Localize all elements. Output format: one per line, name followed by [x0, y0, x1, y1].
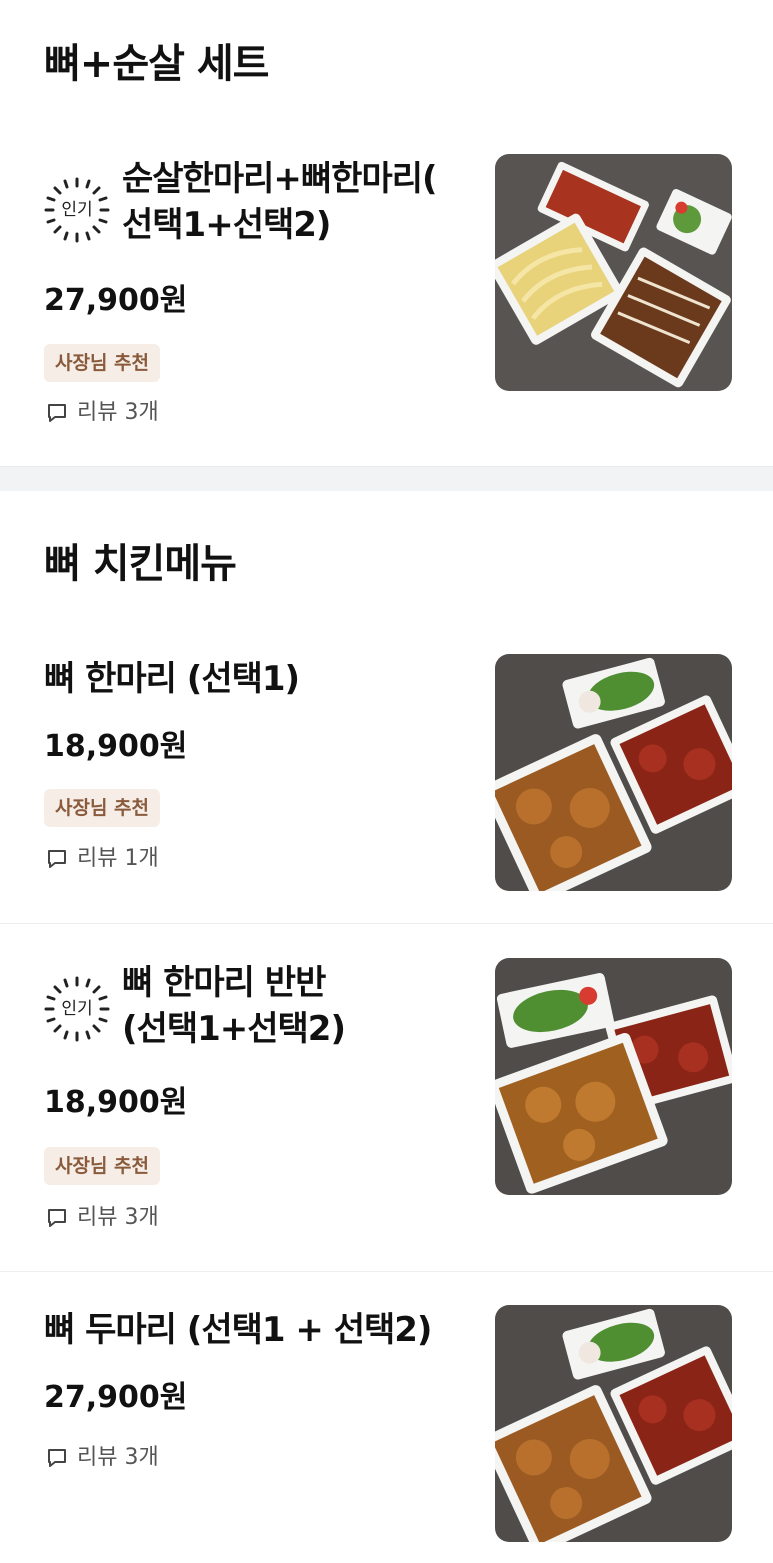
chicken-photo[interactable] — [495, 654, 732, 891]
popular-badge-label: 인기 — [61, 200, 93, 220]
chicken-two-photo[interactable] — [495, 1305, 732, 1542]
menu-item[interactable]: 뼈 한마리 (선택1) 18,900원 사장님 추천 리뷰 1개 — [0, 650, 773, 922]
chicken-set-photo[interactable] — [495, 154, 732, 391]
review-count: 리뷰 3개 — [46, 1207, 159, 1229]
menu-item[interactable]: 인기 뼈 한마리 반반 (선택1+선택2) 18,900원 사장님 추천 리뷰 … — [0, 954, 773, 1271]
section-title: 뼈 치킨메뉴 — [44, 541, 237, 587]
item-divider — [0, 1271, 773, 1272]
speech-bubble-icon — [48, 850, 66, 868]
section-bone-chicken-menu: 뼈 치킨메뉴 뼈 한마리 (선택1) 18,900원 사장님 추천 리뷰 1개 — [0, 490, 773, 1563]
review-count-label: 리뷰 3개 — [77, 1445, 159, 1470]
review-count: 리뷰 1개 — [46, 848, 159, 870]
item-price: 27,900원 — [44, 283, 188, 318]
item-price: 18,900원 — [44, 1085, 188, 1120]
owner-recommend-badge: 사장님 추천 — [44, 789, 161, 827]
section-bone-boneless-set: 뼈+순살 세트 인기 순살한마리+뼈한마리( 선택1+선택2) 27,900원 … — [0, 0, 773, 466]
speech-bubble-icon — [48, 404, 66, 422]
item-divider — [0, 923, 773, 924]
popular-badge-label: 인기 — [61, 999, 93, 1019]
menu-item[interactable]: 뼈 두마리 (선택1 + 선택2) 27,900원 리뷰 3개 — [0, 1301, 773, 1563]
speech-bubble-icon — [48, 1449, 66, 1467]
item-title: 뼈 한마리 (선택1) — [44, 659, 300, 699]
owner-recommend-badge: 사장님 추천 — [44, 344, 161, 382]
section-title: 뼈+순살 세트 — [44, 41, 269, 87]
popular-badge: 인기 — [42, 175, 112, 245]
review-count-label: 리뷰 3개 — [77, 400, 159, 425]
menu-item[interactable]: 인기 순살한마리+뼈한마리( 선택1+선택2) 27,900원 사장님 추천 리… — [0, 150, 773, 450]
item-title: 순살한마리+뼈한마리( 선택1+선택2) — [122, 159, 438, 245]
owner-recommend-badge: 사장님 추천 — [44, 1147, 161, 1185]
item-title: 뼈 두마리 (선택1 + 선택2) — [44, 1310, 432, 1350]
popular-badge: 인기 — [42, 974, 112, 1044]
chicken-half-half-photo[interactable] — [495, 958, 732, 1195]
item-title: 뼈 한마리 반반 (선택1+선택2) — [122, 963, 346, 1049]
item-price: 27,900원 — [44, 1380, 188, 1415]
review-count-label: 리뷰 3개 — [77, 1205, 159, 1230]
review-count: 리뷰 3개 — [46, 402, 159, 424]
speech-bubble-icon — [48, 1209, 66, 1227]
item-price: 18,900원 — [44, 729, 188, 764]
section-divider — [0, 466, 773, 491]
review-count: 리뷰 3개 — [46, 1447, 159, 1469]
review-count-label: 리뷰 1개 — [77, 846, 159, 871]
